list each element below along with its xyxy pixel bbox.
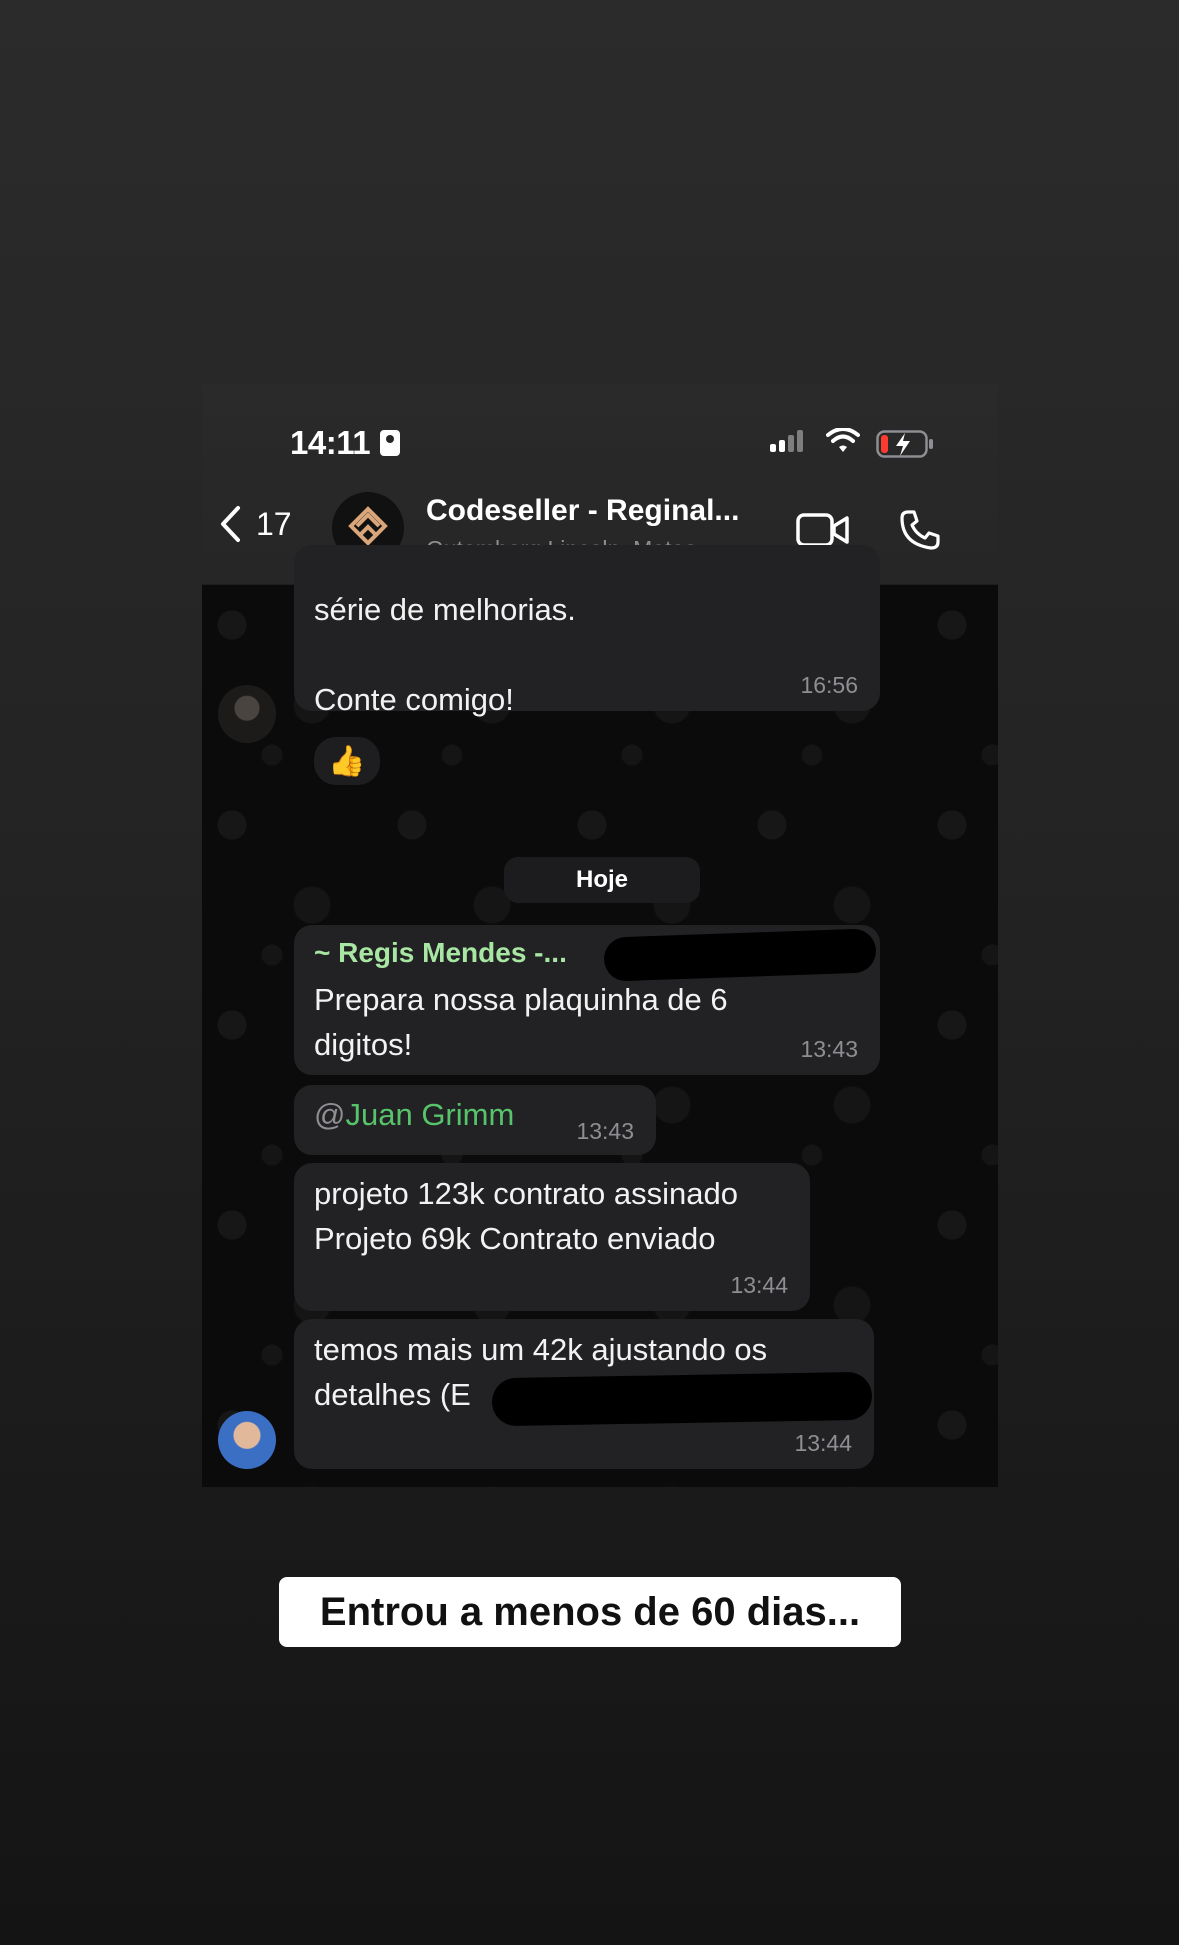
message-text: projeto 123k contrato assinado Projeto 6… (314, 1176, 738, 1256)
mention-at: @ (314, 1097, 346, 1132)
mention-name: Juan Grimm (345, 1097, 515, 1132)
message-bubble[interactable]: @Juan Grimm 13:43 (294, 1085, 656, 1155)
message-bubble[interactable]: projeto 123k contrato assinado Projeto 6… (294, 1163, 810, 1311)
phone-call-icon[interactable] (898, 508, 942, 552)
message-bubble[interactable]: ~ Regis Mendes -... Prepara nossa plaqui… (294, 925, 880, 1075)
mention[interactable]: @Juan Grimm (314, 1097, 514, 1133)
group-title[interactable]: Codeseller - Reginal... (426, 494, 776, 528)
message-text: Prepara nossa plaquinha de 6 digitos! (314, 982, 728, 1062)
reaction-thumbs-up[interactable]: 👍 (312, 735, 382, 787)
video-call-icon[interactable] (796, 512, 850, 548)
chat-area: série de melhorias. Conte comigo! 16:56 … (202, 545, 998, 1487)
contact-card-icon (380, 430, 400, 456)
message-time: 13:44 (730, 1272, 788, 1298)
unread-count: 17 (256, 505, 292, 542)
back-button[interactable]: 17 (218, 500, 292, 548)
sender-avatar[interactable] (218, 1411, 276, 1469)
redaction-mark (603, 928, 877, 982)
status-time: 14:11 (290, 424, 371, 461)
message-text: série de melhorias. Conte comigo! (314, 592, 576, 717)
thumbs-up-icon: 👍 (328, 744, 366, 778)
battery-charging-icon (876, 430, 933, 458)
message-time: 13:43 (800, 1036, 858, 1062)
chat-screenshot: 14:11 17 Codeseller - Reginal... série d… (202, 384, 998, 1487)
chevron-left-icon (221, 506, 240, 542)
message-time: 13:43 (576, 1118, 634, 1144)
story-caption: Entrou a menos de 60 dias... (279, 1577, 901, 1647)
date-separator: Hoje (504, 857, 700, 903)
sender-avatar[interactable] (218, 685, 276, 743)
message-bubble[interactable]: série de melhorias. Conte comigo! 16:56 (294, 545, 880, 717)
message-time: 13:44 (794, 1430, 852, 1456)
message-bubble[interactable]: temos mais um 42k ajustando os detalhes … (294, 1319, 874, 1469)
wifi-icon (826, 428, 860, 452)
sender-name[interactable]: ~ Regis Mendes -... (314, 937, 567, 969)
redaction-mark (491, 1371, 873, 1427)
message-time: 16:56 (800, 672, 858, 698)
